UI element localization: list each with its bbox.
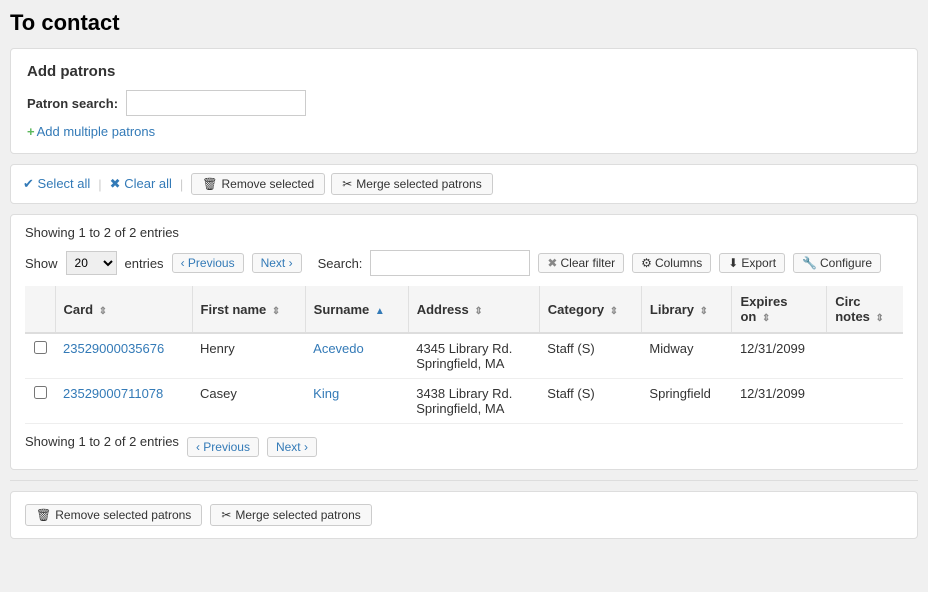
remove-selected-button[interactable]: 🗑 Remove selected <box>191 173 325 195</box>
row-circ-notes <box>827 333 903 379</box>
sort-icon-expires: ⇕ <box>762 313 770 324</box>
x-filter-icon: ✖ <box>547 256 557 270</box>
sort-icon-category: ⇕ <box>610 306 618 317</box>
configure-button[interactable]: 🔧 Configure <box>793 253 881 273</box>
row-surname: King <box>305 379 408 424</box>
merge-selected-patrons-button[interactable]: ✂ Merge selected patrons <box>210 504 371 526</box>
th-category[interactable]: Category ⇕ <box>539 286 641 333</box>
next-button-bottom[interactable]: Next › <box>267 437 317 457</box>
sort-icon-circ: ⇕ <box>876 313 884 324</box>
th-surname[interactable]: Surname ▲ <box>305 286 408 333</box>
showing-text-top: Showing 1 to 2 of 2 entries <box>25 225 903 240</box>
sort-icon-address: ⇕ <box>474 306 482 317</box>
surname-link-0[interactable]: Acevedo <box>313 341 364 356</box>
th-library[interactable]: Library ⇕ <box>641 286 732 333</box>
trash-icon-bottom: 🗑 <box>36 508 51 522</box>
row-category: Staff (S) <box>539 333 641 379</box>
row-library: Midway <box>641 333 732 379</box>
card-link-0[interactable]: 23529000035676 <box>63 341 164 356</box>
clear-filter-button[interactable]: ✖ Clear filter <box>538 253 624 273</box>
columns-button[interactable]: ⚙ Columns <box>632 253 711 273</box>
entries-label: entries <box>125 256 164 271</box>
sort-icon-first-name: ⇕ <box>272 306 280 317</box>
merge-icon-bottom: ✂ <box>221 508 231 522</box>
patron-search-label: Patron search: <box>27 96 118 111</box>
download-icon: ⬇ <box>728 256 738 270</box>
clear-all-link[interactable]: ✖ Clear all <box>110 176 172 192</box>
th-address[interactable]: Address ⇕ <box>408 286 539 333</box>
toolbar-card: ✔ Select all | ✖ Clear all | 🗑 Remove se… <box>10 164 918 204</box>
table-header-row: Card ⇕ First name ⇕ Surname ▲ Address ⇕ … <box>25 286 903 333</box>
show-entries-select[interactable]: 10 20 50 100 <box>66 251 117 275</box>
page-title: To contact <box>10 10 918 36</box>
show-label: Show <box>25 256 58 271</box>
export-button[interactable]: ⬇ Export <box>719 253 785 273</box>
row-library: Springfield <box>641 379 732 424</box>
main-data-card: Showing 1 to 2 of 2 entries Show 10 20 5… <box>10 214 918 470</box>
th-checkbox <box>25 286 55 333</box>
row-checkbox-0[interactable] <box>34 341 47 354</box>
bottom-actions-card: 🗑 Remove selected patrons ✂ Merge select… <box>10 491 918 539</box>
add-patrons-title: Add patrons <box>27 63 901 80</box>
row-card: 23529000711078 <box>55 379 192 424</box>
row-first-name: Casey <box>192 379 305 424</box>
search-label: Search: <box>318 256 363 271</box>
table-search-input[interactable] <box>370 250 530 276</box>
add-patrons-card: Add patrons Patron search: +Add multiple… <box>10 48 918 154</box>
previous-button-top[interactable]: ‹ Previous <box>172 253 244 273</box>
row-first-name: Henry <box>192 333 305 379</box>
table-row: 23529000711078 Casey King 3438 Library R… <box>25 379 903 424</box>
separator-1: | <box>98 177 101 192</box>
select-all-link[interactable]: ✔ Select all <box>23 176 90 192</box>
th-first-name[interactable]: First name ⇕ <box>192 286 305 333</box>
card-link-1[interactable]: 23529000711078 <box>63 386 163 401</box>
previous-button-bottom[interactable]: ‹ Previous <box>187 437 259 457</box>
row-checkbox-cell <box>25 333 55 379</box>
row-category: Staff (S) <box>539 379 641 424</box>
th-expires-on[interactable]: Expireson ⇕ <box>732 286 827 333</box>
th-circ-notes[interactable]: Circnotes ⇕ <box>827 286 903 333</box>
surname-link-1[interactable]: King <box>313 386 339 401</box>
row-surname: Acevedo <box>305 333 408 379</box>
row-address: 4345 Library Rd.Springfield, MA <box>408 333 539 379</box>
next-button-top[interactable]: Next › <box>252 253 302 273</box>
add-multiple-patrons-link[interactable]: +Add multiple patrons <box>27 124 155 139</box>
checkmark-icon: ✔ <box>23 176 34 191</box>
wrench-icon: 🔧 <box>802 256 817 270</box>
trash-icon: 🗑 <box>202 177 217 191</box>
sort-icon-surname: ▲ <box>375 306 385 317</box>
merge-icon: ✂ <box>342 177 352 191</box>
row-card: 23529000035676 <box>55 333 192 379</box>
row-checkbox-cell <box>25 379 55 424</box>
table-row: 23529000035676 Henry Acevedo 4345 Librar… <box>25 333 903 379</box>
sort-icon-card: ⇕ <box>99 306 107 317</box>
row-circ-notes <box>827 379 903 424</box>
plus-icon: + <box>27 124 35 139</box>
divider <box>10 480 918 481</box>
patrons-table: Card ⇕ First name ⇕ Surname ▲ Address ⇕ … <box>25 286 903 424</box>
patron-search-input[interactable] <box>126 90 306 116</box>
table-controls: Show 10 20 50 100 entries ‹ Previous Nex… <box>25 250 903 276</box>
merge-selected-button[interactable]: ✂ Merge selected patrons <box>331 173 492 195</box>
row-expires-on: 12/31/2099 <box>732 379 827 424</box>
sort-icon-library: ⇕ <box>700 306 708 317</box>
th-card[interactable]: Card ⇕ <box>55 286 192 333</box>
separator-2: | <box>180 177 183 192</box>
row-checkbox-1[interactable] <box>34 386 47 399</box>
showing-text-bottom: Showing 1 to 2 of 2 entries <box>25 434 179 449</box>
row-expires-on: 12/31/2099 <box>732 333 827 379</box>
row-address: 3438 Library Rd.Springfield, MA <box>408 379 539 424</box>
bottom-controls: Showing 1 to 2 of 2 entries ‹ Previous N… <box>25 434 903 459</box>
gear-icon: ⚙ <box>641 256 652 270</box>
x-icon-toolbar: ✖ <box>110 176 121 191</box>
remove-selected-patrons-button[interactable]: 🗑 Remove selected patrons <box>25 504 202 526</box>
